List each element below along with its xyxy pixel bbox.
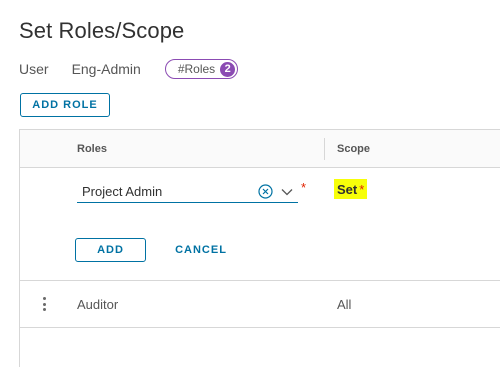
page-title: Set Roles/Scope — [19, 18, 185, 43]
role-select-value[interactable]: Project Admin — [77, 184, 258, 199]
role-select[interactable]: Project Admin — [77, 181, 298, 203]
assignment-meta: User Eng-Admin #Roles 2 — [19, 59, 239, 79]
scope-set-link[interactable]: Set * — [334, 179, 368, 199]
row-scope-cell: All — [337, 297, 352, 312]
group-name: Eng-Admin — [71, 61, 141, 77]
roles-count: 2 — [220, 61, 236, 77]
row-role-cell: Auditor — [77, 297, 119, 312]
column-separator[interactable] — [324, 138, 325, 160]
chevron-down-icon[interactable] — [280, 185, 294, 199]
add-role-button[interactable]: ADD ROLE — [20, 93, 110, 117]
column-header-roles[interactable]: Roles — [77, 143, 107, 155]
scope-required-marker: * — [359, 181, 365, 197]
column-header-scope[interactable]: Scope — [337, 143, 370, 155]
role-required-marker: * — [301, 180, 307, 195]
scope-set-label: Set — [337, 181, 358, 197]
user-label: User — [19, 61, 49, 77]
table-row: Auditor All — [20, 281, 500, 328]
roles-grid: Roles Scope Project Admin * Set * ADD CA… — [19, 129, 500, 367]
kebab-menu-icon[interactable] — [40, 295, 48, 313]
clear-icon[interactable] — [258, 184, 273, 199]
cancel-button[interactable]: CANCEL — [167, 238, 235, 262]
edit-role-row: Project Admin * Set * ADD CANCEL — [20, 168, 500, 281]
roles-badge-label: #Roles — [177, 62, 216, 76]
add-button[interactable]: ADD — [75, 238, 146, 262]
grid-header: Roles Scope — [20, 130, 500, 168]
roles-count-badge[interactable]: #Roles 2 — [164, 59, 239, 79]
